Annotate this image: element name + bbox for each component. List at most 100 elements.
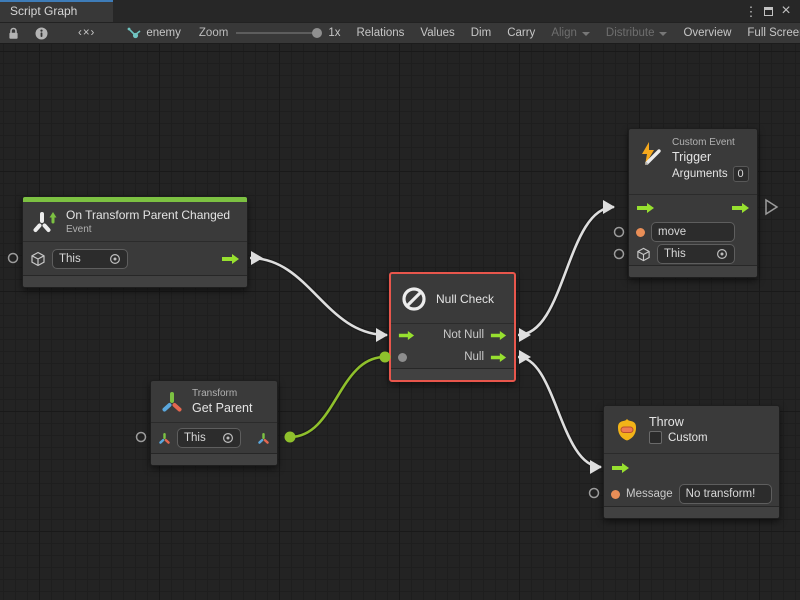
this-target-field[interactable]: This <box>52 249 128 269</box>
event-name-field[interactable]: move <box>651 222 735 242</box>
tab-bar: Script Graph ⋮ × <box>0 0 800 22</box>
distribute-button[interactable]: Distribute <box>598 23 676 43</box>
field-value: This <box>184 432 206 444</box>
node-port-row <box>629 195 757 221</box>
wire-event-to-nullcheck[interactable] <box>250 258 387 335</box>
graph-canvas[interactable]: On Transform Parent Changed Event This <box>0 44 800 600</box>
button-label: Distribute <box>606 27 655 39</box>
chevron-down-icon <box>582 32 590 36</box>
node-on-transform-parent-changed[interactable]: On Transform Parent Changed Event This <box>22 196 248 288</box>
gameobject-cube-icon <box>30 251 46 267</box>
object-picker-icon[interactable] <box>716 248 728 260</box>
node-header: Throw Custom <box>604 406 779 454</box>
fullscreen-button[interactable]: Full Screen <box>739 23 800 43</box>
node-get-parent[interactable]: Transform Get Parent This <box>150 380 278 466</box>
chevron-down-icon <box>659 32 667 36</box>
node-port-row: This <box>23 242 247 275</box>
flow-output-port[interactable] <box>490 352 507 363</box>
zoom-value: 1x <box>328 27 340 39</box>
message-field[interactable]: No transform! <box>679 484 772 504</box>
gameobject-cube-icon <box>636 247 651 262</box>
node-title: Throw <box>649 415 708 429</box>
button-label: Full Screen <box>747 27 800 39</box>
node-title: On Transform Parent Changed <box>66 208 230 222</box>
tab-script-graph[interactable]: Script Graph <box>0 0 113 22</box>
wire-notnull-to-trigger[interactable] <box>518 207 614 335</box>
button-label: Align <box>551 27 577 39</box>
flow-output-port[interactable] <box>731 202 750 214</box>
graph-breadcrumb[interactable]: enemy <box>117 23 191 43</box>
custom-checkbox-label: Custom <box>668 432 708 444</box>
zoom-control: Zoom 1x <box>191 23 349 43</box>
node-null-check[interactable]: Null Check Not Null Null <box>389 272 516 382</box>
unconnected-value-port[interactable] <box>615 250 624 259</box>
arguments-count-field[interactable]: 0 <box>733 166 749 182</box>
port-label: Null <box>464 351 484 363</box>
node-port-row: move <box>629 221 757 243</box>
relations-button[interactable]: Relations <box>348 23 412 43</box>
edit-script-button[interactable]: ‹×› <box>56 23 117 43</box>
node-port-row: This <box>151 423 277 453</box>
port-label: Not Null <box>443 329 484 341</box>
wire-dot <box>285 432 296 443</box>
window-menu-icon[interactable]: ⋮ <box>744 5 758 18</box>
close-icon[interactable]: × <box>779 3 793 19</box>
unconnected-flow-port[interactable] <box>766 200 777 214</box>
zoom-slider[interactable] <box>236 32 320 34</box>
tab-bar-spacer <box>113 0 744 22</box>
node-port-row: This <box>629 243 757 265</box>
node-port-row: Not Null <box>391 324 514 346</box>
object-picker-icon[interactable] <box>109 253 121 265</box>
wire-getparent-to-nullcheck[interactable] <box>290 357 385 437</box>
button-label: Dim <box>471 27 491 39</box>
custom-checkbox[interactable] <box>649 431 662 444</box>
maximize-icon[interactable] <box>764 7 773 16</box>
flow-input-port[interactable] <box>398 330 415 341</box>
this-target-field[interactable]: This <box>657 244 735 264</box>
throw-error-icon <box>613 416 641 444</box>
node-throw[interactable]: Throw Custom Message No transform! <box>603 405 780 519</box>
string-input-port[interactable] <box>611 490 620 499</box>
wire-null-to-throw[interactable] <box>518 357 601 467</box>
node-category: Custom Event <box>672 137 749 148</box>
flow-input-port[interactable] <box>636 202 655 214</box>
active-tab-indicator <box>0 0 113 2</box>
graph-toolbar: ‹×› enemy Zoom 1x Relations Values Dim C… <box>0 22 800 44</box>
node-title: Trigger <box>672 150 749 164</box>
value-input-port[interactable] <box>398 353 407 362</box>
node-port-row: Null <box>391 346 514 368</box>
node-footer <box>629 265 757 277</box>
unconnected-value-port[interactable] <box>137 433 146 442</box>
transform-output-port-icon[interactable] <box>257 432 270 445</box>
string-input-port[interactable] <box>636 228 645 237</box>
zoom-slider-handle[interactable] <box>312 28 322 38</box>
node-header: On Transform Parent Changed Event <box>23 202 247 242</box>
lock-button[interactable] <box>0 23 27 43</box>
flow-output-port[interactable] <box>490 330 507 341</box>
unconnected-value-port[interactable] <box>615 228 624 237</box>
code-icon: ‹×› <box>78 27 95 39</box>
node-title: Get Parent <box>192 401 252 415</box>
tab-title: Script Graph <box>10 4 77 18</box>
object-picker-icon[interactable] <box>222 432 234 444</box>
flow-output-port[interactable] <box>221 253 240 265</box>
flow-input-port[interactable] <box>611 462 630 474</box>
align-button[interactable]: Align <box>543 23 598 43</box>
unconnected-value-port[interactable] <box>590 489 599 498</box>
node-footer <box>604 506 779 518</box>
node-footer <box>23 275 247 287</box>
node-subtitle: Event <box>66 224 230 235</box>
node-footer <box>151 453 277 465</box>
transform-port-icon[interactable] <box>158 432 171 445</box>
values-button[interactable]: Values <box>412 23 462 43</box>
dim-button[interactable]: Dim <box>463 23 499 43</box>
message-label: Message <box>626 488 673 500</box>
unconnected-value-port[interactable] <box>9 254 18 263</box>
this-target-field[interactable]: This <box>177 428 241 448</box>
button-label: Values <box>420 27 454 39</box>
info-button[interactable] <box>27 23 56 43</box>
overview-button[interactable]: Overview <box>675 23 739 43</box>
node-title: Null Check <box>436 292 494 306</box>
node-trigger-custom-event[interactable]: Custom Event Trigger Arguments 0 <box>628 128 758 278</box>
carry-button[interactable]: Carry <box>499 23 543 43</box>
